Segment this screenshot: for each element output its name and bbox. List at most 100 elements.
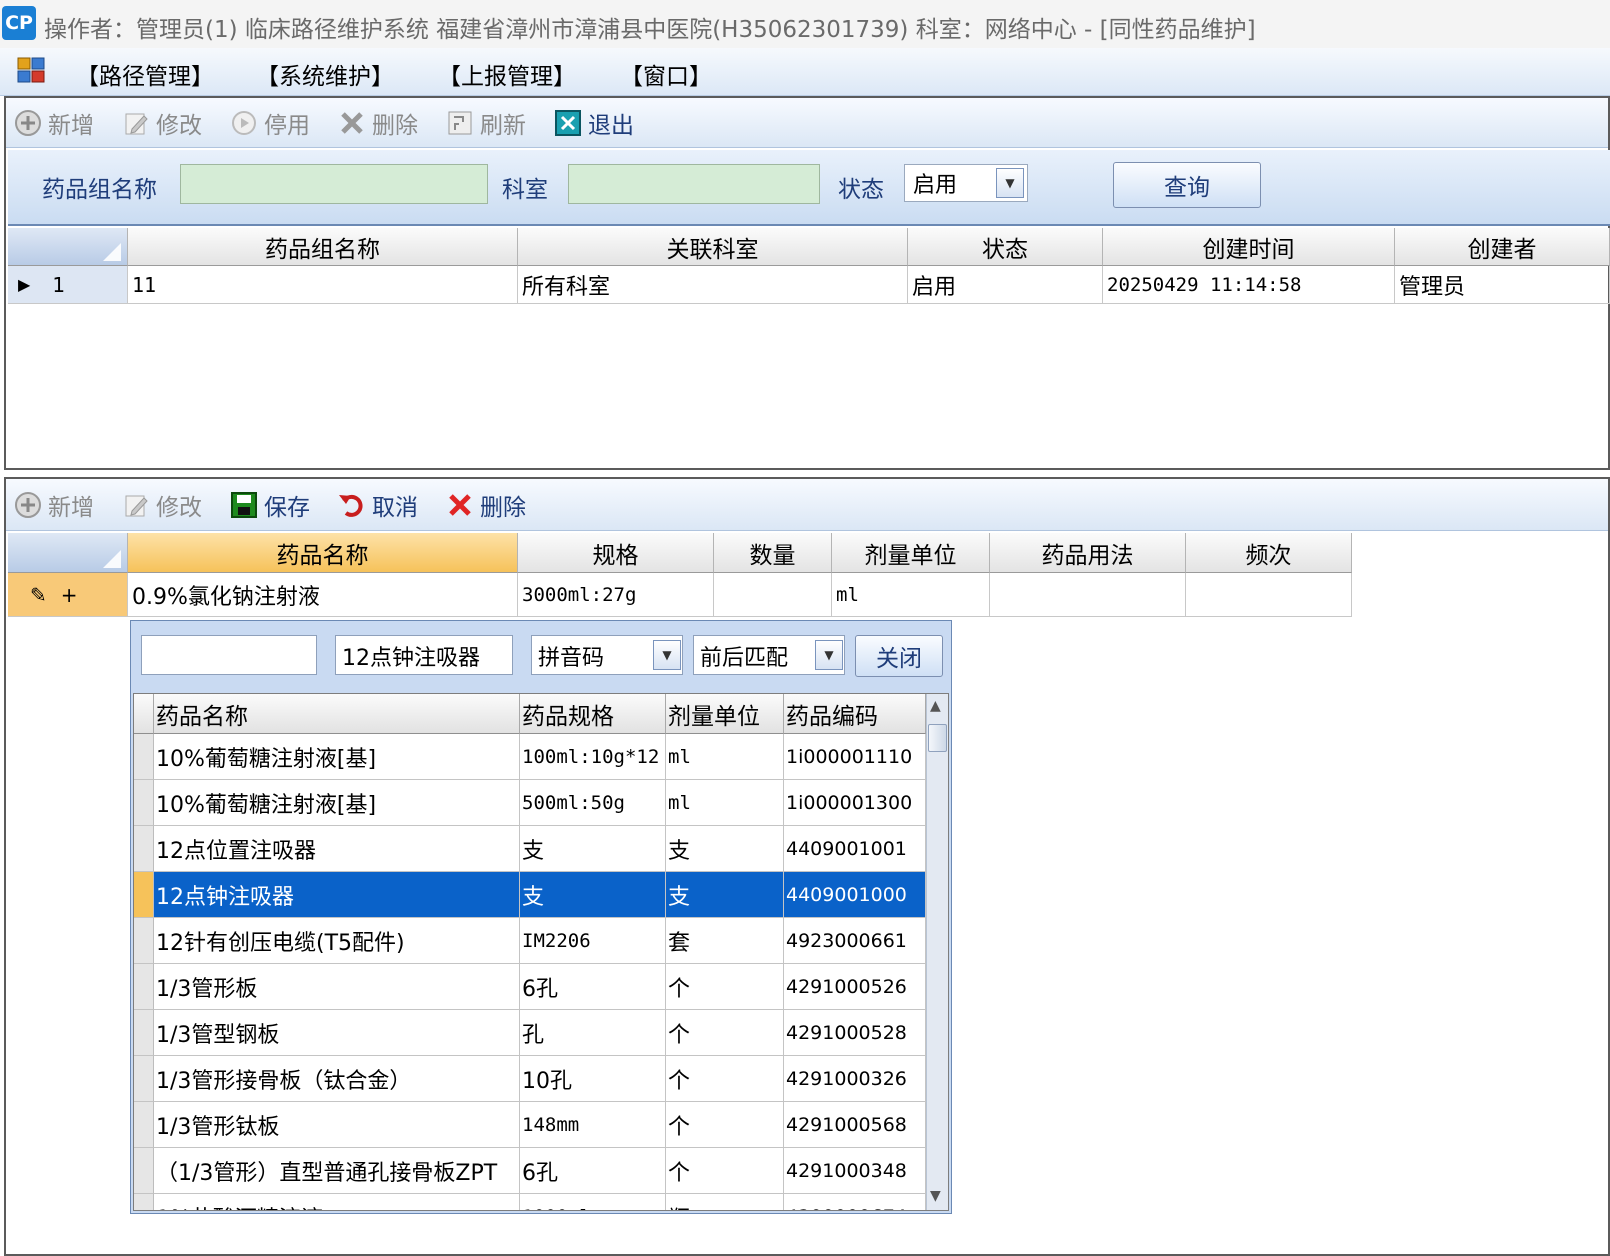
col-dept[interactable]: 关联科室 <box>518 228 908 266</box>
cell-lookup-spec[interactable]: 6孔 <box>520 964 666 1010</box>
cell-spec[interactable]: 3000ml:27g <box>518 573 714 617</box>
menu-report-management[interactable]: 【上报管理】 <box>438 57 576 91</box>
cell-lookup-code[interactable]: 4409001000 <box>784 872 926 918</box>
cell-lookup-name[interactable]: 12针有创压电缆(T5配件) <box>154 918 520 964</box>
grid-corner[interactable] <box>8 228 128 266</box>
cell-lookup-unit[interactable]: 套 <box>666 918 784 964</box>
cell-lookup-name[interactable]: 1%盐酸酒精溶液 <box>154 1194 520 1210</box>
cell-dept[interactable]: 所有科室 <box>518 266 908 304</box>
cell-lookup-name[interactable]: 10%葡萄糖注射液[基] <box>154 734 520 780</box>
cell-lookup-unit[interactable]: 支 <box>666 872 784 918</box>
cell-lookup-unit[interactable]: ml <box>666 780 784 826</box>
cell-lookup-spec[interactable]: 100ml:10g*12 <box>520 734 666 780</box>
col-created[interactable]: 创建时间 <box>1103 228 1395 266</box>
cell-lookup-name[interactable]: 1/3管型钢板 <box>154 1010 520 1056</box>
window-menu-icon[interactable] <box>17 57 45 83</box>
status-dropdown-icon[interactable]: ▼ <box>996 168 1024 198</box>
col-creator[interactable]: 创建者 <box>1395 228 1610 266</box>
close-button[interactable]: 关闭 <box>855 635 943 677</box>
list-item[interactable]: 1/3管形板 6孔个 4291000526 <box>134 964 926 1010</box>
cell-drug-name[interactable]: 0.9%氯化钠注射液 <box>128 573 518 617</box>
list-item[interactable]: 1%盐酸酒精溶液1000ml瓶4200000674 <box>134 1194 926 1210</box>
cell-lookup-unit[interactable]: 个 <box>666 964 784 1010</box>
cell-lookup-spec[interactable]: 148mm <box>520 1102 666 1148</box>
row-selector[interactable] <box>134 1194 154 1210</box>
cell-lookup-name[interactable]: 1/3管形钛板 <box>154 1102 520 1148</box>
cell-group-name[interactable]: 11 <box>128 266 518 304</box>
save-button[interactable]: 保存 <box>230 490 310 521</box>
detail-grid-corner[interactable] <box>8 533 128 573</box>
group-name-input[interactable] <box>180 164 488 204</box>
cell-lookup-spec[interactable]: 10孔 <box>520 1056 666 1102</box>
list-item[interactable]: 1/3管型钢板孔个 4291000528 <box>134 1010 926 1056</box>
table-row[interactable]: ✎ + 0.9%氯化钠注射液 3000ml:27g ml <box>8 573 1352 617</box>
cell-frequency[interactable] <box>1186 573 1352 617</box>
row-selector[interactable] <box>134 780 154 826</box>
detail-delete-button[interactable]: 删除 <box>446 490 526 521</box>
menu-system-maintenance[interactable]: 【系统维护】 <box>256 57 394 91</box>
col-lookup-code[interactable]: 药品编码 <box>784 694 926 734</box>
list-item[interactable]: 1/3管形接骨板（钛合金） 10孔个 4291000326 <box>134 1056 926 1102</box>
scroll-thumb[interactable] <box>928 724 947 752</box>
popup-search-input[interactable]: 12点钟注吸器 <box>335 635 513 675</box>
menu-path-management[interactable]: 【路径管理】 <box>76 57 214 91</box>
vertical-scrollbar[interactable]: ▲ ▼ <box>926 694 948 1210</box>
list-item[interactable]: 12针有创压电缆(T5配件) IM2206 套 4923000661 <box>134 918 926 964</box>
col-frequency[interactable]: 频次 <box>1186 533 1352 573</box>
cell-lookup-name[interactable]: 12点钟注吸器 <box>154 872 520 918</box>
row-selector[interactable] <box>134 918 154 964</box>
detail-edit-button[interactable]: 修改 <box>122 490 202 521</box>
cell-lookup-name[interactable]: 1/3管形接骨板（钛合金） <box>154 1056 520 1102</box>
cell-lookup-code[interactable]: 4200000674 <box>784 1194 926 1210</box>
cell-lookup-code[interactable]: 1i000001300 <box>784 780 926 826</box>
row-selector[interactable] <box>134 872 154 918</box>
list-item[interactable]: 10%葡萄糖注射液[基] 500ml:50g ml 1i000001300 <box>134 780 926 826</box>
row-selector[interactable] <box>134 964 154 1010</box>
cell-lookup-unit[interactable]: 瓶 <box>666 1194 784 1210</box>
refresh-button[interactable]: 刷新 <box>446 108 526 139</box>
cell-lookup-unit[interactable]: 个 <box>666 1102 784 1148</box>
lookup-grid-corner[interactable] <box>134 694 154 734</box>
editing-row-header[interactable]: ✎ + <box>8 573 128 617</box>
row-selector[interactable] <box>134 1148 154 1194</box>
cell-usage[interactable] <box>990 573 1186 617</box>
cell-lookup-code[interactable]: 1i000001110 <box>784 734 926 780</box>
table-row[interactable]: ▶ 1 11 所有科室 启用 20250429 11:14:58 管理员 <box>8 266 1610 304</box>
query-button[interactable]: 查询 <box>1113 162 1261 208</box>
detail-add-button[interactable]: 新增 <box>14 490 94 521</box>
cell-lookup-spec[interactable]: IM2206 <box>520 918 666 964</box>
code-type-dropdown-icon[interactable]: ▼ <box>653 640 681 670</box>
cell-lookup-code[interactable]: 4409001001 <box>784 826 926 872</box>
exit-button[interactable]: 退出 <box>554 108 634 139</box>
cell-lookup-unit[interactable]: 个 <box>666 1056 784 1102</box>
row-header[interactable]: ▶ 1 <box>8 266 128 304</box>
list-item[interactable]: 12点钟注吸器支支 4409001000 <box>134 872 926 918</box>
col-lookup-unit[interactable]: 剂量单位 <box>666 694 784 734</box>
col-lookup-name[interactable]: 药品名称 <box>154 694 520 734</box>
popup-filter-input[interactable] <box>141 635 317 675</box>
cell-lookup-code[interactable]: 4291000326 <box>784 1056 926 1102</box>
col-quantity[interactable]: 数量 <box>714 533 832 573</box>
cell-lookup-code[interactable]: 4291000528 <box>784 1010 926 1056</box>
cell-lookup-name[interactable]: 12点位置注吸器 <box>154 826 520 872</box>
cell-dose-unit[interactable]: ml <box>832 573 990 617</box>
cell-status[interactable]: 启用 <box>908 266 1103 304</box>
cancel-button[interactable]: 取消 <box>338 490 418 521</box>
scroll-up-icon[interactable]: ▲ <box>930 698 941 714</box>
col-usage[interactable]: 药品用法 <box>990 533 1186 573</box>
list-item[interactable]: 10%葡萄糖注射液[基] 100ml:10g*12 ml 1i000001110 <box>134 734 926 780</box>
col-spec[interactable]: 规格 <box>518 533 714 573</box>
cell-lookup-unit[interactable]: ml <box>666 734 784 780</box>
row-selector[interactable] <box>134 734 154 780</box>
add-button[interactable]: 新增 <box>14 108 94 139</box>
col-status[interactable]: 状态 <box>908 228 1103 266</box>
cell-lookup-name[interactable]: （1/3管形）直型普通孔接骨板ZPT <box>154 1148 520 1194</box>
cell-lookup-code[interactable]: 4291000526 <box>784 964 926 1010</box>
cell-creator[interactable]: 管理员 <box>1395 266 1610 304</box>
disable-button[interactable]: 停用 <box>230 108 310 139</box>
cell-lookup-spec[interactable]: 孔 <box>520 1010 666 1056</box>
col-group-name[interactable]: 药品组名称 <box>128 228 518 266</box>
edit-button[interactable]: 修改 <box>122 108 202 139</box>
list-item[interactable]: 1/3管形钛板 148mm 个 4291000568 <box>134 1102 926 1148</box>
cell-lookup-code[interactable]: 4291000348 <box>784 1148 926 1194</box>
